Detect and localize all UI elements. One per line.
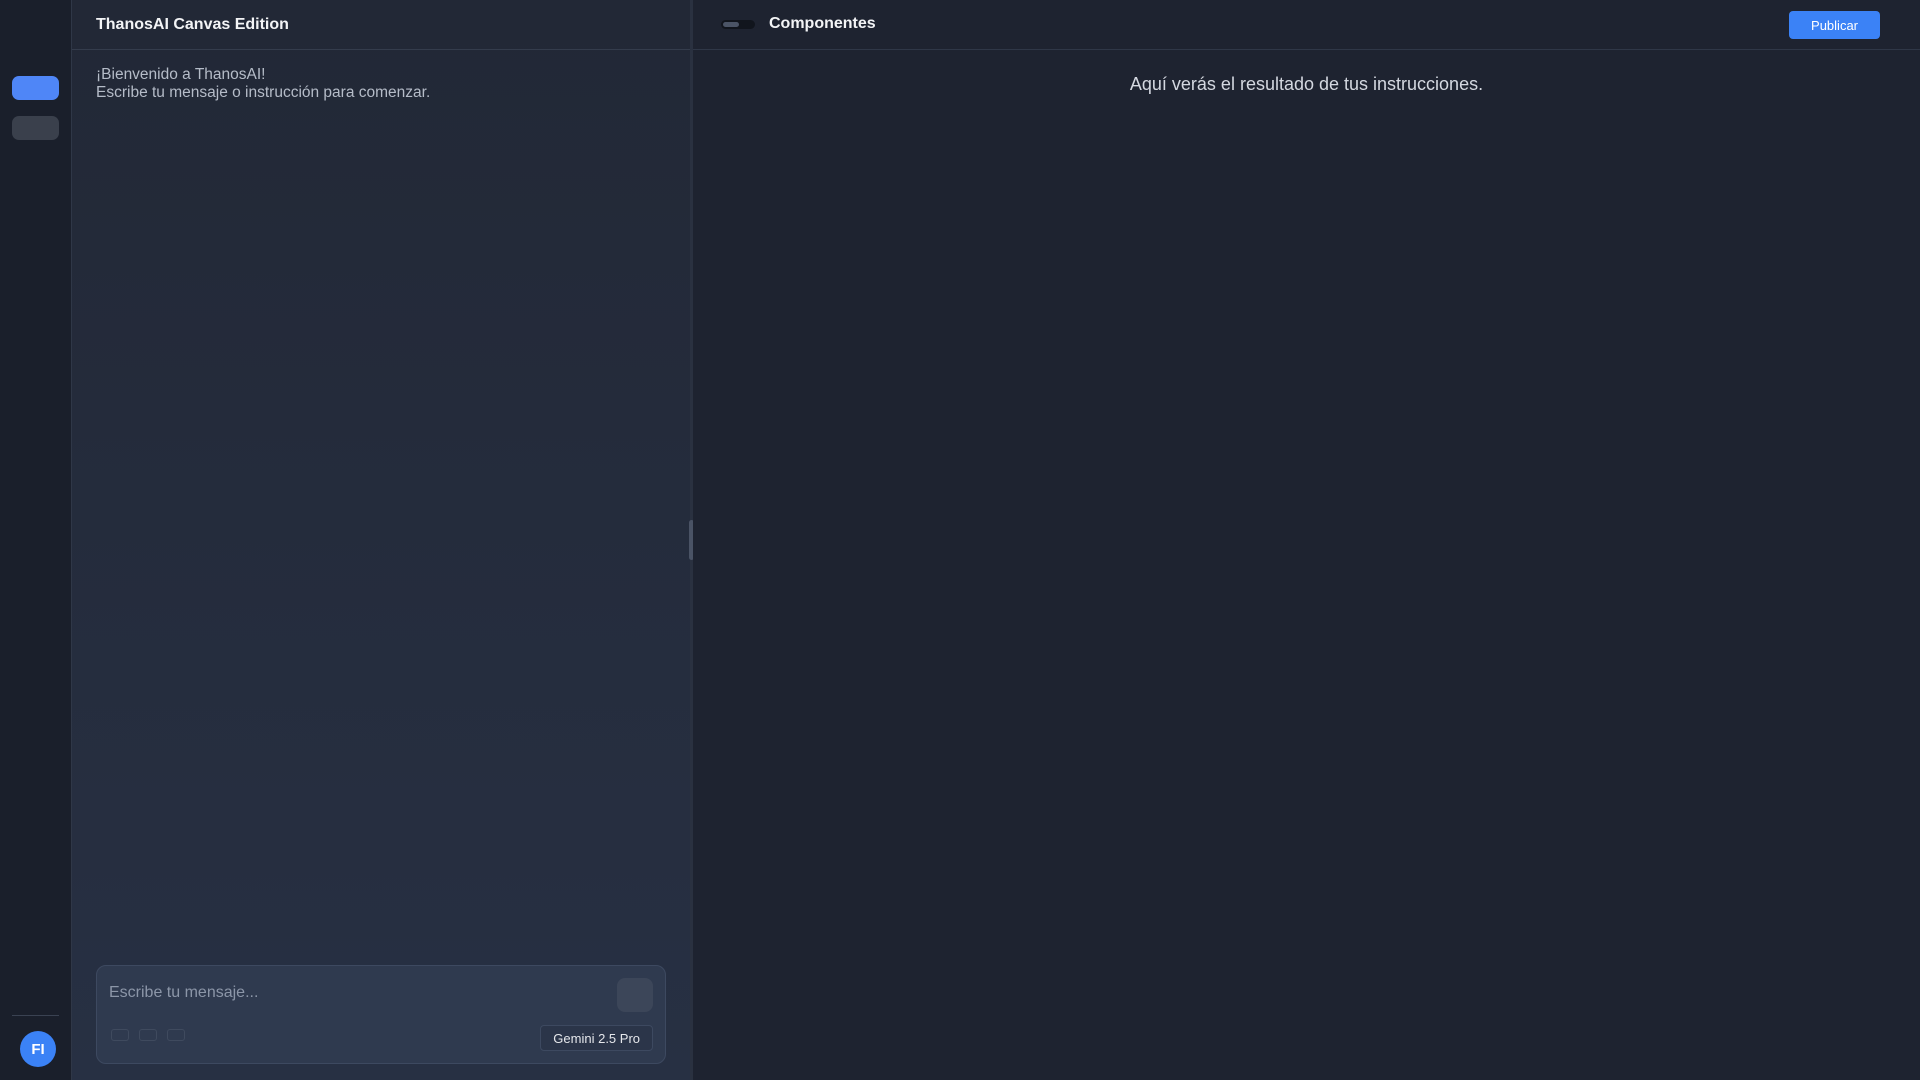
user-avatar[interactable]: FI [20, 1031, 56, 1067]
view-toggle[interactable] [721, 20, 755, 29]
welcome-message: ¡Bienvenido a ThanosAI! Escribe tu mensa… [96, 66, 430, 102]
toggle-knob [723, 22, 739, 27]
publish-button[interactable]: Publicar [1789, 11, 1880, 39]
chat-panel: ThanosAI Canvas Edition ¡Bienvenido a Th… [72, 0, 690, 1080]
welcome-line-2: Escribe tu mensaje o instrucción para co… [96, 84, 431, 101]
rail-item[interactable] [12, 116, 59, 140]
attach-icon[interactable] [111, 1029, 129, 1041]
preview-title: Componentes [769, 15, 876, 32]
app-title: ThanosAI Canvas Edition [96, 15, 289, 33]
preview-header: Componentes Publicar [693, 0, 1920, 50]
preview-panel: Componentes Publicar Aquí verás el resul… [693, 0, 1920, 1080]
message-input[interactable] [109, 982, 589, 1004]
image-icon[interactable] [139, 1029, 157, 1041]
model-selector[interactable]: Gemini 2.5 Pro [540, 1025, 653, 1051]
chat-header: ThanosAI Canvas Edition [72, 0, 690, 50]
rail-divider [12, 1015, 59, 1016]
send-button[interactable] [617, 978, 653, 1012]
rail-item-active[interactable] [12, 76, 59, 100]
app-window: FI ThanosAI Canvas Edition ¡Bienvenido a… [0, 0, 1920, 1080]
preview-hint: Aquí verás el resultado de tus instrucci… [1129, 74, 1484, 94]
welcome-line-1: ¡Bienvenido a ThanosAI! [96, 66, 266, 83]
tool-icon[interactable] [167, 1029, 185, 1041]
left-rail: FI [0, 0, 72, 1080]
message-composer: Gemini 2.5 Pro [96, 965, 666, 1064]
